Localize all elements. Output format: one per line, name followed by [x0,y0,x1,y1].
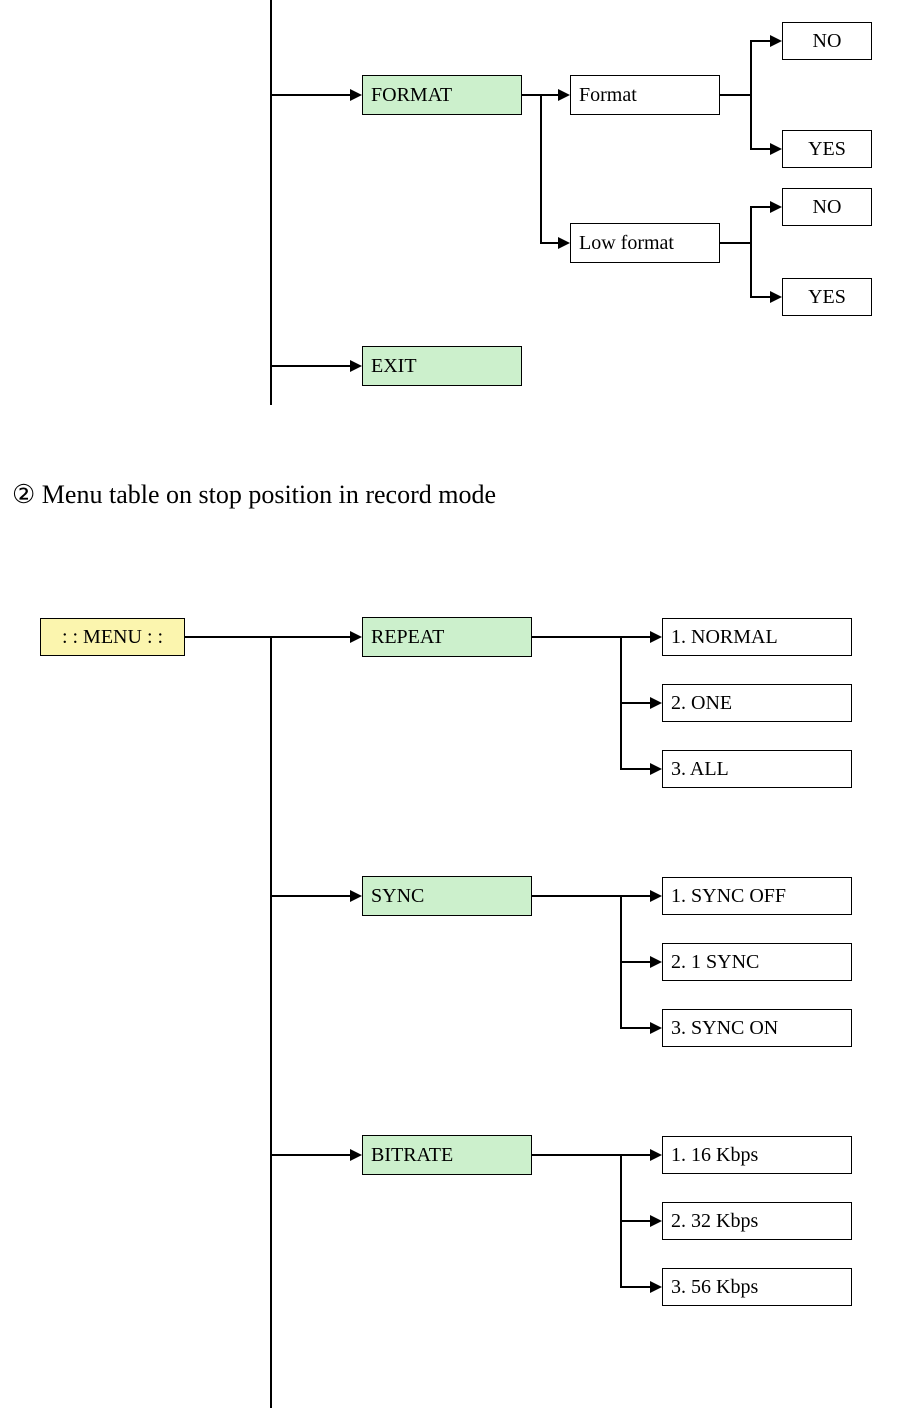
sync-option: 3. SYNC ON [662,1009,852,1047]
arrow-icon [650,763,662,775]
connector [540,94,542,242]
sync-option: 1. SYNC OFF [662,877,852,915]
arrow-icon [350,89,362,101]
arrow-icon [650,1149,662,1161]
arrow-icon [770,291,782,303]
arrow-icon [650,1281,662,1293]
label: NO [813,30,842,53]
connector [620,961,652,963]
connector [532,1154,622,1156]
label: 2. 1 SYNC [671,951,759,974]
bitrate-node: BITRATE [362,1135,532,1175]
connector [522,94,542,96]
label: Low format [579,232,674,255]
connector [532,895,622,897]
label: 1. 16 Kbps [671,1144,758,1167]
label: Format [579,84,637,107]
label: YES [808,286,846,309]
arrow-icon [770,201,782,213]
label: SYNC [371,885,424,908]
label: 1. NORMAL [671,626,778,649]
connector [185,636,270,638]
connector [270,94,350,96]
arrow-icon [650,1022,662,1034]
connector [720,242,750,244]
option-no: NO [782,22,872,60]
arrow-icon [350,890,362,902]
label: BITRATE [371,1144,453,1167]
bitrate-option: 3. 56 Kbps [662,1268,852,1306]
arrow-icon [558,89,570,101]
label: YES [808,138,846,161]
arrow-icon [558,237,570,249]
label: 3. SYNC ON [671,1017,778,1040]
connector [540,242,560,244]
option-yes: YES [782,130,872,168]
connector [270,365,350,367]
exit-node: EXIT [362,346,522,386]
connector [620,1027,652,1029]
section-heading: ② Menu table on stop position in record … [12,480,496,510]
connector [270,895,350,897]
connector [620,702,652,704]
bitrate-option: 2. 32 Kbps [662,1202,852,1240]
connector [270,1154,350,1156]
arrow-icon [650,956,662,968]
connector [620,1286,652,1288]
bitrate-option: 1. 16 Kbps [662,1136,852,1174]
label: FORMAT [371,84,452,107]
option-yes: YES [782,278,872,316]
connector [750,40,772,42]
label: : : MENU : : [62,626,163,649]
connector [620,768,652,770]
connector [750,40,752,150]
sync-node: SYNC [362,876,532,916]
arrow-icon [350,360,362,372]
label: 2. ONE [671,692,732,715]
repeat-option: 2. ONE [662,684,852,722]
connector [750,148,772,150]
connector [750,296,772,298]
connector [720,94,750,96]
arrow-icon [650,697,662,709]
connector [620,1154,652,1156]
label: 3. ALL [671,758,729,781]
arrow-icon [650,631,662,643]
repeat-node: REPEAT [362,617,532,657]
arrow-icon [770,35,782,47]
option-no: NO [782,188,872,226]
trunk-line-top [270,0,272,405]
trunk-line-bottom [270,636,272,1408]
format-node: FORMAT [362,75,522,115]
connector [620,1220,652,1222]
arrow-icon [350,1149,362,1161]
connector [620,636,652,638]
label: 3. 56 Kbps [671,1276,758,1299]
connector [270,636,350,638]
format-sub-node: Format [570,75,720,115]
arrow-icon [770,143,782,155]
arrow-icon [650,890,662,902]
connector [750,206,752,298]
menu-node: : : MENU : : [40,618,185,656]
connector [620,895,652,897]
connector [532,636,622,638]
lowformat-node: Low format [570,223,720,263]
arrow-icon [350,631,362,643]
repeat-option: 1. NORMAL [662,618,852,656]
connector [750,206,772,208]
label: 1. SYNC OFF [671,885,786,908]
connector [540,94,560,96]
diagram-canvas: FORMAT Format NO YES Low format NO YES E… [0,0,900,1408]
label: NO [813,196,842,219]
repeat-option: 3. ALL [662,750,852,788]
label: 2. 32 Kbps [671,1210,758,1233]
sync-option: 2. 1 SYNC [662,943,852,981]
label: EXIT [371,355,417,378]
arrow-icon [650,1215,662,1227]
label: REPEAT [371,626,444,649]
